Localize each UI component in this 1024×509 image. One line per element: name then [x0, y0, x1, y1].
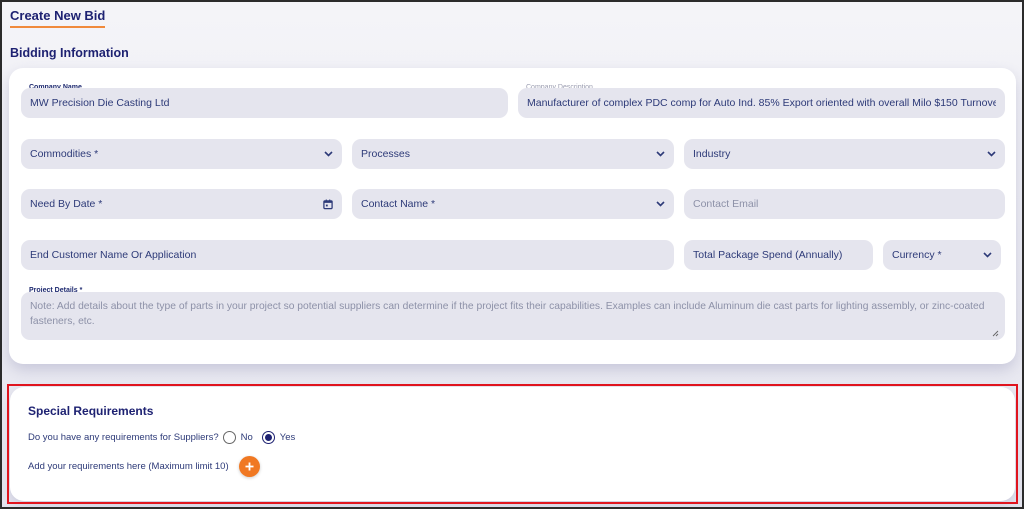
chevron-down-icon — [655, 199, 665, 209]
project-details-textarea[interactable]: Note: Add details about the type of part… — [21, 292, 1005, 340]
chevron-down-icon — [986, 149, 996, 159]
company-name-value: MW Precision Die Casting Ltd — [30, 97, 170, 109]
chevron-down-icon — [655, 149, 665, 159]
chevron-down-icon — [323, 149, 333, 159]
need-by-date-placeholder: Need By Date * — [30, 198, 103, 210]
processes-placeholder: Processes — [361, 148, 411, 160]
calendar-icon[interactable] — [323, 199, 333, 209]
page-title: Create New Bid — [10, 8, 106, 28]
contact-name-select[interactable]: Contact Name * — [352, 189, 674, 219]
total-package-spend-input[interactable]: Total Package Spend (Annually) — [684, 240, 873, 270]
bidding-information-heading: Bidding Information — [10, 46, 129, 60]
end-customer-input[interactable]: End Customer Name Or Application — [21, 240, 674, 270]
industry-placeholder: Industry — [693, 148, 731, 160]
processes-select[interactable]: Processes — [352, 139, 674, 169]
contact-name-placeholder: Contact Name * — [361, 198, 436, 210]
commodities-placeholder: Commodities * — [30, 148, 99, 160]
bidding-information-card: Company Name MW Precision Die Casting Lt… — [9, 68, 1016, 364]
end-customer-placeholder: End Customer Name Or Application — [30, 249, 197, 261]
chevron-down-icon — [982, 250, 992, 260]
page-frame: Create New Bid Bidding Information Compa… — [2, 2, 1022, 507]
highlight-box — [7, 384, 1018, 504]
commodities-select[interactable]: Commodities * — [21, 139, 342, 169]
contact-email-input[interactable]: Contact Email — [684, 189, 1005, 219]
project-details-placeholder: Note: Add details about the type of part… — [30, 301, 985, 327]
company-name-input[interactable]: MW Precision Die Casting Ltd — [21, 88, 508, 118]
need-by-date-input[interactable]: Need By Date * — [21, 189, 342, 219]
currency-select[interactable]: Currency * — [883, 240, 1001, 270]
company-description-input[interactable]: Manufacturer of complex PDC comp for Aut… — [518, 88, 1005, 118]
company-description-value: Manufacturer of complex PDC comp for Aut… — [527, 97, 996, 109]
resize-handle-icon[interactable] — [991, 327, 999, 337]
industry-select[interactable]: Industry — [684, 139, 1005, 169]
contact-email-placeholder: Contact Email — [693, 198, 759, 210]
currency-placeholder: Currency * — [892, 249, 942, 261]
total-package-spend-placeholder: Total Package Spend (Annually) — [693, 249, 843, 261]
